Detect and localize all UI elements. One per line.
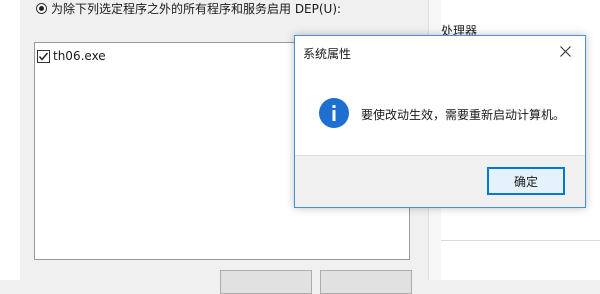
list-item[interactable]: th06.exe (37, 49, 106, 63)
window-edge (0, 0, 20, 280)
info-icon (319, 98, 349, 128)
remove-button[interactable] (320, 270, 412, 294)
checkbox[interactable] (37, 49, 50, 63)
list-item-label: th06.exe (53, 49, 106, 63)
dialog-footer: 确定 (295, 155, 585, 207)
radio-label: 为除下列选定程序之外的所有程序和服务启用 DEP(U): (51, 2, 342, 16)
message-dialog: 系统属性 要使改动生效，需要重新启动计算机。 确定 (294, 35, 586, 208)
divider (440, 240, 600, 241)
close-icon (559, 45, 571, 57)
dep-radio-option[interactable]: 为除下列选定程序之外的所有程序和服务启用 DEP(U): (36, 0, 341, 17)
add-button[interactable] (220, 270, 312, 294)
dialog-message: 要使改动生效，需要重新启动计算机。 (361, 108, 566, 122)
close-button[interactable] (545, 36, 585, 66)
ok-button[interactable]: 确定 (487, 167, 565, 195)
dialog-title: 系统属性 (303, 47, 352, 61)
radio-button[interactable] (36, 3, 47, 14)
checkmark-icon (38, 52, 49, 61)
